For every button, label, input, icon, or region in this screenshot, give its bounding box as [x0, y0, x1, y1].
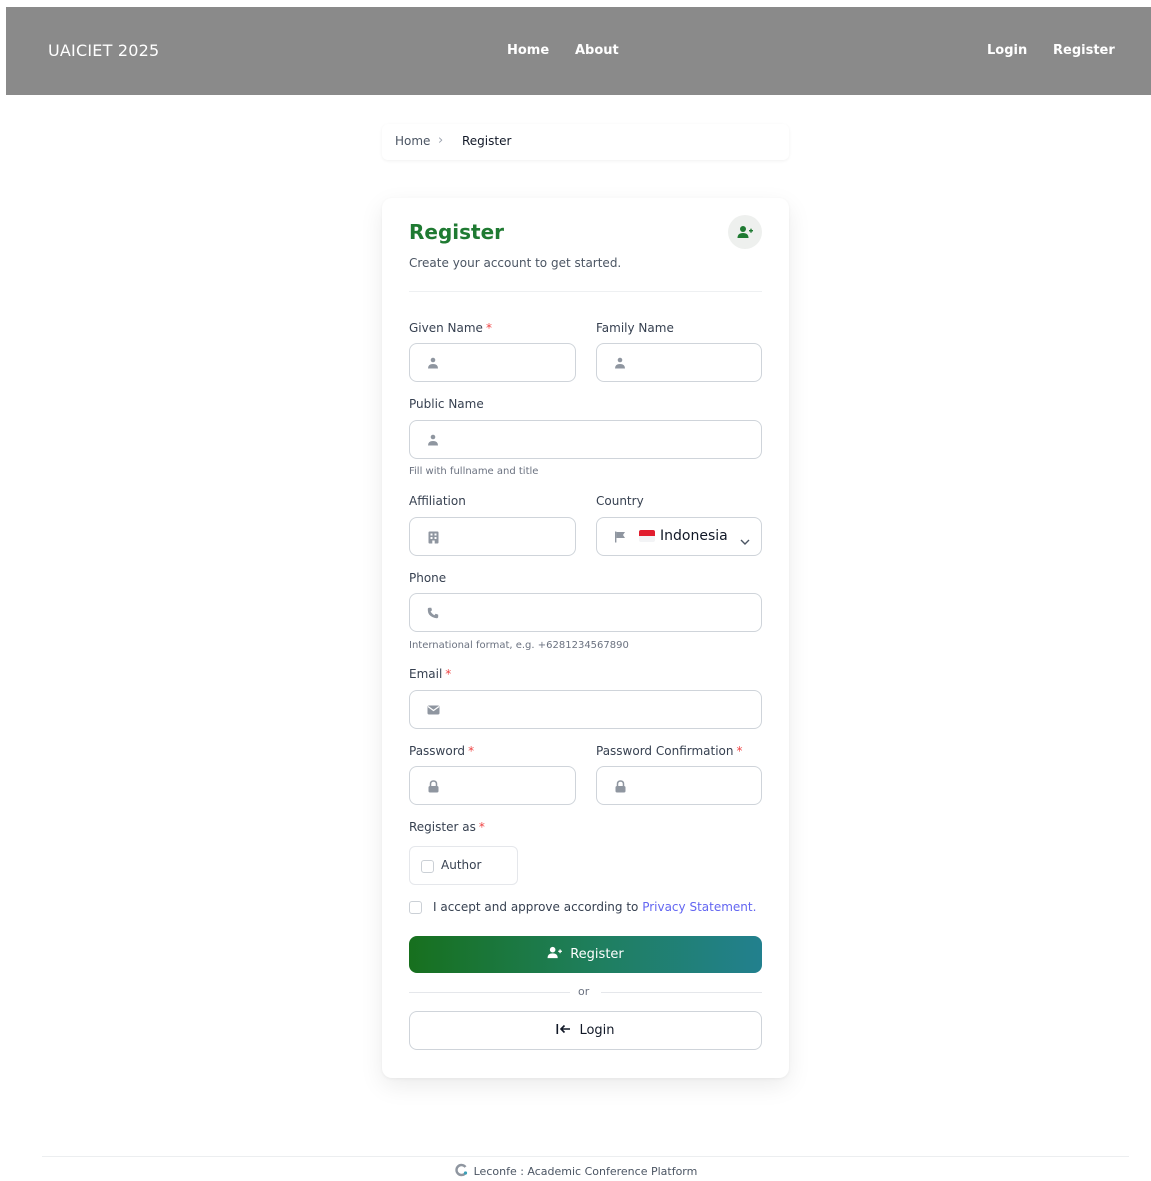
accept-privacy-checkbox[interactable] [409, 901, 422, 914]
password-confirmation-label: Password Confirmation * [596, 744, 743, 758]
or-divider-right [601, 992, 762, 993]
phone-icon [425, 605, 441, 621]
breadcrumb-separator-icon: › [438, 133, 444, 148]
family-name-input[interactable] [637, 344, 751, 381]
register-as-label: Register as * [409, 820, 485, 834]
password-field[interactable] [409, 766, 576, 805]
email-field[interactable] [409, 690, 762, 729]
page-title: Register [409, 220, 505, 244]
chevron-down-icon [740, 531, 750, 550]
author-label: Author [441, 858, 482, 872]
country-selected-value: Indonesia [660, 528, 728, 544]
country-label: Country [596, 494, 644, 508]
public-name-input[interactable] [450, 421, 751, 458]
brand-title[interactable]: UAICIET 2025 [48, 41, 159, 60]
password-confirmation-input[interactable] [637, 767, 751, 804]
flag-icon [612, 529, 628, 545]
breadcrumb-current: Register [462, 134, 512, 148]
leconfe-logo-icon [454, 1163, 468, 1180]
public-name-hint: Fill with fullname and title [409, 466, 539, 477]
public-name-label: Public Name [409, 397, 484, 411]
login-arrow-icon [556, 1023, 571, 1039]
lock-icon [425, 778, 441, 794]
register-as-author-option[interactable]: Author [409, 846, 518, 885]
password-label: Password * [409, 744, 475, 758]
affiliation-label: Affiliation [409, 494, 466, 508]
nav-register[interactable]: Register [1053, 43, 1115, 58]
email-input[interactable] [450, 691, 751, 728]
breadcrumb-home[interactable]: Home [395, 134, 430, 148]
user-icon [425, 355, 441, 371]
family-name-label: Family Name [596, 321, 674, 335]
footer: Leconfe : Academic Conference Platform [0, 1163, 1151, 1180]
accept-privacy-text: I accept and approve according to Privac… [433, 900, 757, 914]
user-icon [612, 355, 628, 371]
password-confirmation-field[interactable] [596, 766, 762, 805]
family-name-field[interactable] [596, 343, 762, 382]
building-icon [425, 529, 441, 545]
affiliation-input[interactable] [450, 518, 565, 555]
nav-login[interactable]: Login [987, 43, 1027, 58]
email-label: Email * [409, 667, 452, 681]
page-subtitle: Create your account to get started. [409, 256, 622, 270]
phone-input[interactable] [450, 594, 751, 631]
login-button[interactable]: Login [409, 1011, 762, 1050]
footer-divider [42, 1156, 1129, 1157]
affiliation-field[interactable] [409, 517, 576, 556]
public-name-field[interactable] [409, 420, 762, 459]
given-name-label: Given Name * [409, 321, 492, 335]
password-input[interactable] [450, 767, 565, 804]
indonesia-flag-icon [639, 530, 655, 542]
or-divider-left [409, 992, 570, 993]
phone-field[interactable] [409, 593, 762, 632]
nav-home[interactable]: Home [507, 43, 549, 58]
user-icon [425, 432, 441, 448]
register-button[interactable]: Register [409, 936, 762, 973]
or-divider-text: or [578, 985, 590, 998]
given-name-field[interactable] [409, 343, 576, 382]
phone-hint: International format, e.g. +628123456789… [409, 640, 629, 651]
lock-icon [612, 778, 628, 794]
register-button-label: Register [570, 947, 624, 962]
phone-label: Phone [409, 571, 447, 585]
nav-about[interactable]: About [575, 43, 619, 58]
login-button-label: Login [579, 1023, 615, 1038]
given-name-input[interactable] [450, 344, 565, 381]
breadcrumb: Home › Register [382, 124, 789, 160]
navbar: UAICIET 2025 Home About Login Register [6, 7, 1151, 95]
user-plus-icon [547, 946, 563, 963]
register-card: Register Create your account to get star… [382, 198, 789, 1078]
author-checkbox[interactable] [421, 860, 434, 873]
privacy-statement-link[interactable]: Privacy Statement. [642, 900, 756, 914]
footer-text[interactable]: Leconfe : Academic Conference Platform [474, 1165, 698, 1178]
divider [409, 291, 762, 292]
envelope-icon [425, 702, 441, 718]
user-plus-icon [728, 215, 762, 249]
country-select[interactable]: Indonesia [596, 517, 762, 556]
